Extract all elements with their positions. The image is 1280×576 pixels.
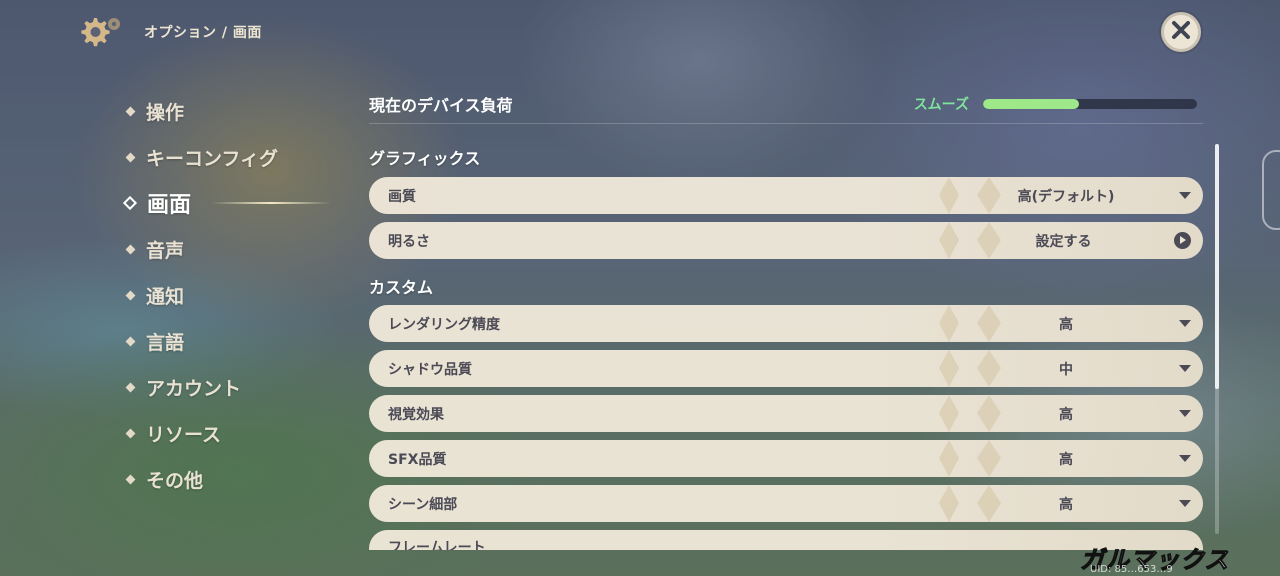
setting-value: 中 xyxy=(1059,361,1073,378)
nav-item-label: アカウント xyxy=(146,377,242,400)
device-load-status: スムーズ xyxy=(914,94,1203,114)
setting-label: 明るさ xyxy=(388,233,430,250)
header: オプション / 画面 xyxy=(76,12,262,52)
watermark: ガルマックス UID: 85…653…9 xyxy=(1079,540,1229,576)
chevron-down-icon xyxy=(1179,410,1191,417)
diamond-icon xyxy=(125,382,136,392)
scrollbar-thumb[interactable] xyxy=(1215,144,1219,389)
setting-row-shadow-quality[interactable]: シャドウ品質 中 xyxy=(369,350,1203,387)
uid-text: UID: 85…653…9 xyxy=(1090,564,1173,575)
nav-item-other[interactable]: その他 xyxy=(124,456,364,502)
setting-value: 高 xyxy=(1059,451,1073,468)
setting-label: 画質 xyxy=(388,188,416,205)
side-nav: 操作 キーコンフィグ 画面 音声 通知 言語 アカウント リソース その他 xyxy=(122,88,364,502)
diamond-icon xyxy=(125,152,136,162)
play-arrow-icon xyxy=(1174,232,1191,249)
setting-value: 高 xyxy=(1059,316,1073,333)
setting-label: シーン細部 xyxy=(388,496,458,513)
active-sparkle xyxy=(211,202,332,204)
setting-label: 視覚効果 xyxy=(388,406,444,423)
device-load-bar-fill xyxy=(983,98,1080,109)
setting-value: 高 xyxy=(1059,496,1073,513)
edge-tab xyxy=(1262,150,1280,230)
setting-dropdown[interactable]: 高 xyxy=(979,485,1191,522)
section-title-custom: カスタム xyxy=(369,278,434,297)
setting-dropdown[interactable]: 高(デフォルト) xyxy=(979,177,1191,214)
section-title-graphics: グラフィックス xyxy=(369,149,481,168)
setting-dropdown[interactable]: 高 xyxy=(979,395,1191,432)
chevron-down-icon xyxy=(1179,455,1191,462)
setting-row-frame-rate[interactable]: フレームレート xyxy=(369,530,1203,550)
breadcrumb: オプション / 画面 xyxy=(144,25,262,41)
device-load-row: 現在のデバイス負荷 スムーズ xyxy=(369,84,1203,124)
diamond-icon xyxy=(125,290,136,300)
diamond-icon xyxy=(125,474,136,484)
settings-panel: 現在のデバイス負荷 スムーズ グラフィックス 画質 高(デフォルト) 明るさ 設… xyxy=(369,84,1203,550)
diamond-icon xyxy=(125,336,136,346)
setting-label: シャドウ品質 xyxy=(388,361,472,378)
nav-item-notifications[interactable]: 通知 xyxy=(124,272,364,318)
gear-icon xyxy=(76,12,124,52)
setting-dropdown[interactable]: 高 xyxy=(979,305,1191,342)
setting-action[interactable]: 設定する xyxy=(979,222,1191,259)
nav-item-display[interactable]: 画面 xyxy=(122,180,364,226)
diamond-icon xyxy=(125,244,136,254)
nav-item-label: 操作 xyxy=(146,101,185,124)
chevron-down-icon xyxy=(1179,320,1191,327)
nav-item-label: キーコンフィグ xyxy=(146,147,279,170)
setting-value: 高 xyxy=(1059,406,1073,423)
setting-value: 設定する xyxy=(1035,233,1092,250)
chevron-down-icon xyxy=(1179,192,1191,199)
nav-item-label: リソース xyxy=(146,423,222,446)
nav-item-resources[interactable]: リソース xyxy=(124,410,364,456)
nav-item-language[interactable]: 言語 xyxy=(124,318,364,364)
chevron-down-icon xyxy=(1179,500,1191,507)
device-load-title: 現在のデバイス負荷 xyxy=(369,95,513,115)
setting-row-quality[interactable]: 画質 高(デフォルト) xyxy=(369,177,1203,214)
nav-item-account[interactable]: アカウント xyxy=(124,364,364,410)
close-button[interactable] xyxy=(1161,12,1201,52)
setting-label: SFX品質 xyxy=(388,451,447,468)
setting-row-scene-detail[interactable]: シーン細部 高 xyxy=(369,485,1203,522)
setting-row-visual-effects[interactable]: 視覚効果 高 xyxy=(369,395,1203,432)
device-load-label: スムーズ xyxy=(913,96,969,113)
diamond-icon xyxy=(125,428,136,438)
setting-label: レンダリング精度 xyxy=(388,316,500,333)
setting-row-sfx-quality[interactable]: SFX品質 高 xyxy=(369,440,1203,477)
setting-label: フレームレート xyxy=(388,540,486,550)
nav-item-label: 言語 xyxy=(146,331,185,354)
setting-row-render-resolution[interactable]: レンダリング精度 高 xyxy=(369,305,1203,342)
setting-dropdown[interactable]: 中 xyxy=(979,350,1191,387)
close-icon xyxy=(1171,20,1191,44)
diamond-icon xyxy=(125,106,136,116)
nav-item-label: その他 xyxy=(146,469,204,492)
device-load-bar xyxy=(983,98,1197,109)
nav-item-key-config[interactable]: キーコンフィグ xyxy=(124,134,364,180)
diamond-icon xyxy=(122,195,138,211)
scrollbar[interactable] xyxy=(1215,144,1219,534)
nav-item-label: 画面 xyxy=(147,193,192,218)
setting-dropdown[interactable]: 高 xyxy=(979,440,1191,477)
nav-item-audio[interactable]: 音声 xyxy=(124,226,364,272)
setting-row-brightness[interactable]: 明るさ 設定する xyxy=(369,222,1203,259)
nav-item-label: 通知 xyxy=(146,285,185,308)
setting-value: 高(デフォルト) xyxy=(1017,188,1115,205)
chevron-down-icon xyxy=(1179,365,1191,372)
nav-item-controls[interactable]: 操作 xyxy=(124,88,364,134)
nav-item-label: 音声 xyxy=(146,239,185,262)
